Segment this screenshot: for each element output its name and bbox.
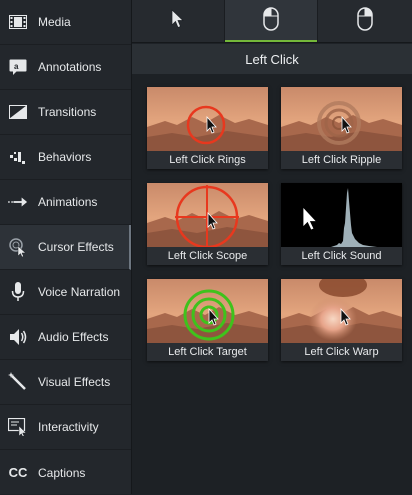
mouse-left-click-icon	[263, 6, 279, 36]
animation-arrow-icon	[8, 192, 28, 212]
effect-thumbnail	[281, 87, 402, 151]
sidebar: Media a Annotations Transitions Behavior…	[0, 0, 132, 494]
effect-left-click-target[interactable]: Left Click Target	[147, 279, 268, 361]
effect-left-click-scope[interactable]: Left Click Scope	[147, 183, 268, 265]
cursor-type-tabs	[132, 0, 412, 43]
sidebar-item-annotations[interactable]: a Annotations	[0, 45, 131, 90]
sidebar-item-label: Behaviors	[38, 150, 92, 164]
sidebar-item-animations[interactable]: Animations	[0, 180, 131, 225]
effect-label: Left Click Target	[147, 343, 268, 361]
mouse-right-click-icon	[356, 6, 373, 36]
effects-grid: Left Click Rings Left Click Ripple Left …	[132, 74, 412, 494]
film-strip-icon	[8, 12, 28, 32]
tab-cursor[interactable]	[132, 0, 225, 42]
sidebar-item-label: Captions	[38, 465, 86, 480]
tab-left-click[interactable]	[225, 0, 318, 42]
behavior-icon	[8, 147, 28, 167]
effect-thumbnail	[147, 183, 268, 247]
magic-wand-icon	[8, 372, 28, 392]
sidebar-item-label: Cursor Effects	[38, 240, 114, 254]
tab-right-click[interactable]	[318, 0, 411, 42]
effect-label: Left Click Scope	[147, 247, 268, 265]
sidebar-item-media[interactable]: Media	[0, 0, 131, 45]
interactive-icon	[8, 417, 28, 437]
effect-left-click-sound[interactable]: Left Click Sound	[281, 183, 402, 265]
sidebar-item-transitions[interactable]: Transitions	[0, 90, 131, 135]
transition-icon	[8, 102, 28, 122]
sidebar-item-label: Audio Effects	[38, 330, 109, 344]
effect-left-click-warp[interactable]: Left Click Warp	[281, 279, 402, 361]
sidebar-item-label: Transitions	[38, 105, 97, 119]
effect-thumbnail	[147, 279, 268, 343]
effect-thumbnail	[281, 279, 402, 343]
sidebar-item-interactivity[interactable]: Interactivity	[0, 405, 131, 450]
svg-text:a: a	[14, 62, 19, 71]
effect-label: Left Click Ripple	[281, 151, 402, 169]
effect-label: Left Click Rings	[147, 151, 268, 169]
effect-left-click-ripple[interactable]: Left Click Ripple	[281, 87, 402, 169]
sidebar-item-label: Annotations	[38, 60, 102, 74]
microphone-icon	[8, 282, 28, 302]
sidebar-item-voice-narration[interactable]: Voice Narration	[0, 270, 131, 315]
effect-label: Left Click Warp	[281, 343, 402, 361]
effect-label: Left Click Sound	[281, 247, 402, 265]
sidebar-item-label: Interactivity	[38, 420, 99, 434]
sidebar-item-behaviors[interactable]: Behaviors	[0, 135, 131, 180]
arrow-cursor-icon	[171, 8, 185, 34]
sidebar-item-label: Media	[38, 15, 71, 29]
annotation-icon: a	[8, 57, 28, 77]
sidebar-item-label: Voice Narration	[38, 285, 121, 299]
cursor-effect-icon	[8, 237, 28, 257]
cc-icon: CC	[8, 465, 28, 480]
effect-thumbnail	[281, 183, 402, 247]
effect-left-click-rings[interactable]: Left Click Rings	[147, 87, 268, 169]
sidebar-item-audio-effects[interactable]: Audio Effects	[0, 315, 131, 360]
sidebar-item-label: Visual Effects	[38, 375, 111, 389]
sidebar-item-label: Animations	[38, 195, 98, 209]
section-title: Left Click	[132, 44, 412, 74]
sidebar-item-captions[interactable]: CC Captions	[0, 450, 131, 495]
effect-thumbnail	[147, 87, 268, 151]
speaker-icon	[8, 327, 28, 347]
sidebar-item-cursor-effects[interactable]: Cursor Effects	[0, 225, 131, 270]
sidebar-item-visual-effects[interactable]: Visual Effects	[0, 360, 131, 405]
